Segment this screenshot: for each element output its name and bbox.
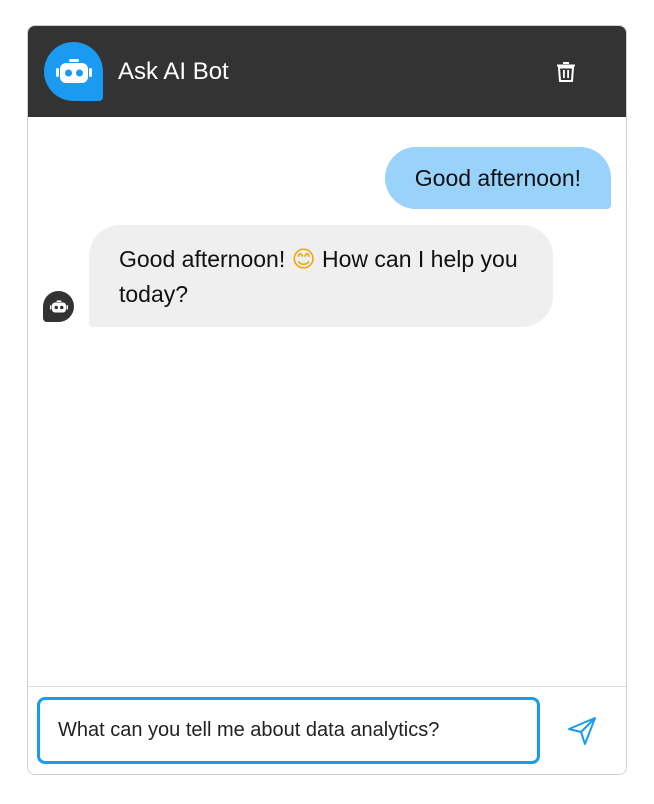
bot-avatar bbox=[44, 42, 103, 101]
bot-message-avatar bbox=[43, 291, 74, 322]
message-input[interactable] bbox=[37, 697, 540, 764]
bot-message-text-start: Good afternoon! bbox=[119, 246, 286, 272]
send-icon bbox=[568, 717, 596, 745]
chat-title: Ask AI Bot bbox=[118, 58, 229, 85]
chat-header: Ask AI Bot bbox=[28, 26, 626, 117]
chat-window: Ask AI Bot Good afternoon! Good afternoo… bbox=[27, 25, 627, 775]
bot-message: Good afternoon! 😊 How can I help you tod… bbox=[89, 225, 553, 327]
smile-emoji-icon: 😊 bbox=[291, 247, 316, 273]
robot-icon bbox=[55, 58, 92, 83]
composer bbox=[28, 686, 626, 774]
send-button[interactable] bbox=[565, 714, 599, 748]
clear-chat-button[interactable] bbox=[554, 60, 578, 84]
robot-icon bbox=[49, 300, 68, 312]
trash-icon bbox=[557, 62, 575, 82]
user-message: Good afternoon! bbox=[384, 147, 611, 209]
message-list: Good afternoon! Good afternoon! 😊 How ca… bbox=[28, 117, 626, 686]
